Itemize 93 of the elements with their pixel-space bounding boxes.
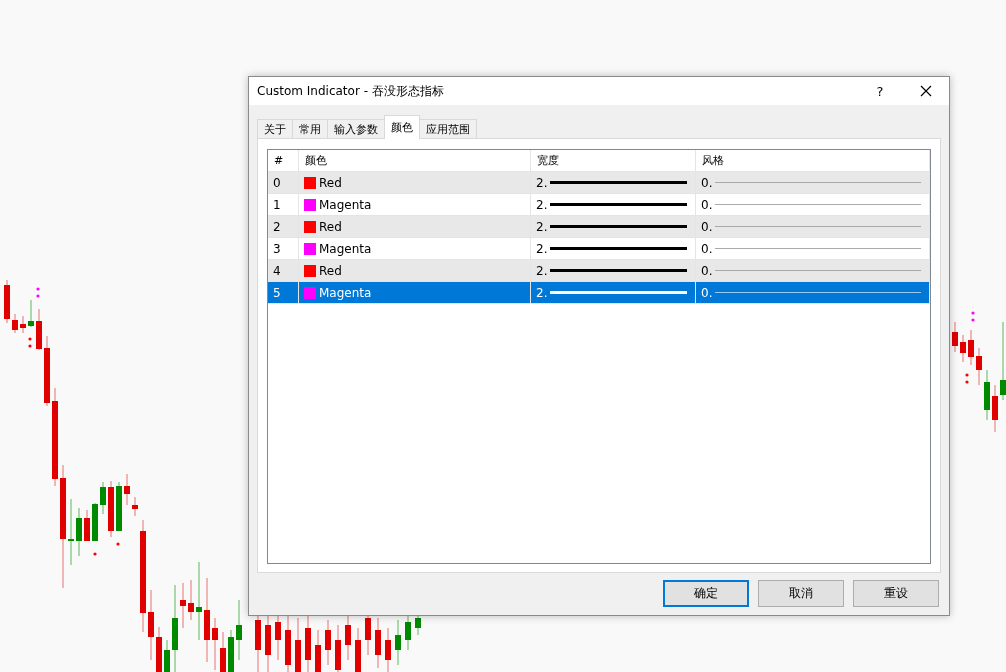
candlestick [325,619,331,666]
tab[interactable]: 关于 [257,119,293,139]
style-value: 0. [701,197,713,212]
close-icon [920,85,932,97]
candlestick [76,507,82,557]
signal-dot [28,344,32,348]
color-name: Magenta [319,241,372,256]
row-index: 4 [273,263,281,278]
candlestick [345,614,351,661]
list-row[interactable]: 0 Red 2. 0. [268,172,930,194]
candlestick [148,589,154,661]
color-name: Red [319,175,342,190]
candlestick [20,315,26,334]
width-value: 2. [536,219,548,234]
candlestick [960,334,966,363]
dialog-button[interactable]: 重设 [853,580,939,607]
width-value: 2. [536,175,548,190]
candlestick [220,631,226,672]
candlestick [375,617,381,669]
list-row[interactable]: 4 Red 2. 0. [268,260,930,282]
candlestick [116,481,122,532]
candlestick [355,627,361,672]
signal-dot [36,287,40,291]
list-row[interactable]: 3 Magenta 2. 0. [268,238,930,260]
row-index: 2 [273,219,281,234]
dialog-button[interactable]: 确定 [663,580,749,607]
color-name: Magenta [319,197,372,212]
candlestick [976,347,982,386]
candlestick [68,498,74,566]
column-header[interactable]: 颜色 [299,150,531,171]
candlestick [952,321,958,353]
candlestick [992,384,998,433]
row-index: 0 [273,175,281,190]
column-header[interactable]: 宽度 [531,150,696,171]
row-index: 5 [273,285,281,300]
list-row[interactable]: 2 Red 2. 0. [268,216,930,238]
candlestick [968,329,974,366]
color-name: Red [319,263,342,278]
candlestick [395,619,401,666]
candlestick [305,614,311,672]
width-value: 2. [536,197,548,212]
candlestick [156,626,162,672]
signal-dot [93,552,97,556]
candlestick [295,617,301,672]
row-index: 3 [273,241,281,256]
candlestick [108,480,114,538]
candlestick [228,629,234,672]
candlestick [92,502,98,542]
color-name: Red [319,219,342,234]
candlestick [12,313,18,334]
candlestick [315,629,321,672]
style-value: 0. [701,285,713,300]
candlestick [124,473,130,506]
candlestick [335,624,341,672]
tab[interactable]: 颜色 [384,115,420,139]
style-value: 0. [701,175,713,190]
signal-dot [28,337,32,341]
signal-dot [36,294,40,298]
style-value: 0. [701,263,713,278]
candlestick [132,496,138,517]
candlestick [44,335,50,407]
signal-dot [965,380,969,384]
color-name: Magenta [319,285,372,300]
candlestick [100,481,106,515]
signal-dot [971,318,975,322]
candlestick [180,582,186,629]
candlestick [28,299,34,328]
column-header[interactable]: # [268,150,299,171]
style-value: 0. [701,241,713,256]
row-index: 1 [273,197,281,212]
width-value: 2. [536,285,548,300]
window-title: Custom Indicator - 吞没形态指标 [257,82,445,100]
signal-dot [116,542,120,546]
signal-dot [965,373,969,377]
dialog-button[interactable]: 取消 [758,580,844,607]
column-header[interactable]: 风格 [696,150,930,171]
candlestick [4,279,10,324]
signal-dot [971,311,975,315]
style-value: 0. [701,219,713,234]
candlestick [188,579,194,621]
candlestick [236,599,242,661]
candlestick [84,509,90,542]
width-value: 2. [536,241,548,256]
list-row[interactable]: 5 Magenta 2. 0. [268,282,930,304]
list-row[interactable]: 1 Magenta 2. 0. [268,194,930,216]
candlestick [164,639,170,672]
candlestick [984,369,990,421]
candlestick [36,308,42,351]
candlestick [212,617,218,671]
tab[interactable]: 应用范围 [419,119,477,139]
width-value: 2. [536,263,548,278]
help-button[interactable]: ? [857,77,903,105]
candlestick [385,627,391,672]
